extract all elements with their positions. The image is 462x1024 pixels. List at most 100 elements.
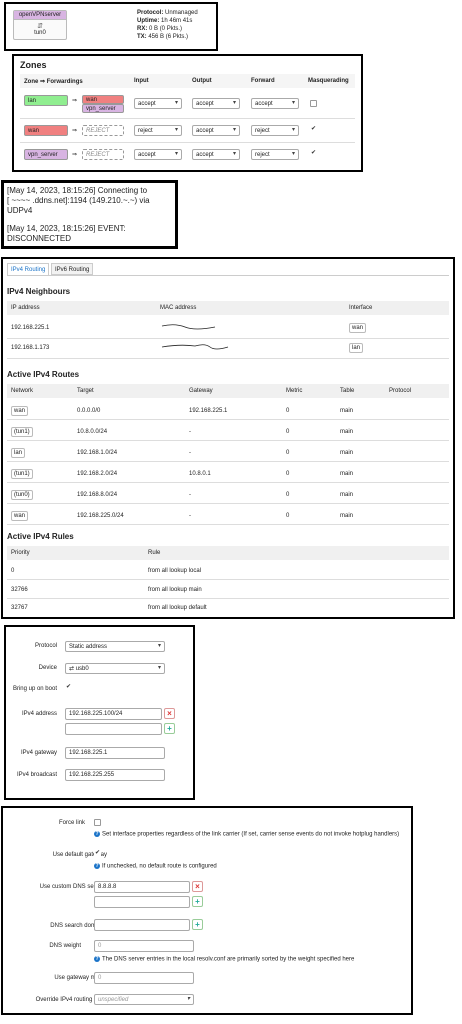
rx-row: RX: 0 B (0 Pkts.) (137, 25, 198, 33)
route-target: 192.168.8.0/24 (77, 492, 118, 498)
tab-ipv6-routing[interactable]: IPv6 Routing (51, 263, 94, 275)
route-network: wan (11, 511, 29, 521)
dns-weight-hint: ? The DNS server entries in the local res… (94, 956, 354, 963)
ipv4-address-input[interactable]: 192.168.225.100/24 (65, 708, 162, 720)
route-target: 10.8.0.0/24 (77, 429, 108, 435)
lan-forward-select[interactable]: accept (251, 98, 299, 109)
wan-input-select[interactable]: reject (134, 125, 182, 136)
iface-badge: lan (349, 343, 364, 353)
wan-forward-select[interactable]: reject (251, 125, 299, 136)
route-table: main (340, 471, 354, 477)
row-divider (7, 503, 449, 504)
route-gateway: 10.8.0.1 (189, 471, 211, 477)
device-select[interactable]: ⇄ usb0 (65, 663, 165, 674)
col-priority: Priority (11, 550, 30, 556)
col-target: Target (77, 388, 94, 394)
log-line: [ ~~~~ .ddns.net]:1194 (149.210.~.~) via (7, 196, 150, 205)
route-metric: 0 (286, 492, 290, 498)
lan-output-select[interactable]: accept (192, 98, 240, 109)
default-gateway-hint-text: If unchecked, no default route is config… (102, 863, 217, 870)
row-divider (20, 118, 355, 119)
boot-checkbox[interactable]: ✔ (65, 684, 72, 692)
default-gateway-checkbox[interactable]: ✔ (94, 850, 101, 858)
remove-dns-button[interactable]: × (192, 881, 203, 892)
dns-server-input[interactable]: 8.8.8.8 (94, 881, 190, 893)
lan-input-select[interactable]: accept (134, 98, 182, 109)
route-gateway: - (189, 429, 191, 435)
col-gateway: Gateway (189, 388, 213, 394)
forward-arrow: ⇒ (72, 98, 78, 104)
col-ip: IP address (11, 305, 40, 311)
col-table: Table (340, 388, 355, 394)
ipv4-address-new-input[interactable] (65, 723, 162, 735)
vpn-forward-select[interactable]: reject (251, 149, 299, 160)
row-divider (7, 419, 449, 420)
dns-weight-hint-text: The DNS server entries in the local reso… (102, 956, 355, 963)
zone-vpn-server[interactable]: vpn_server (24, 149, 68, 160)
route-target: 192.168.2.0/24 (77, 471, 118, 477)
route-table: main (340, 513, 354, 519)
lan-masquerading-checkbox[interactable] (310, 100, 317, 107)
route-table: main (340, 492, 354, 498)
ipv4-gateway-label: IPv4 gateway (20, 750, 57, 756)
force-link-hint-text: Set interface properties regardless of t… (102, 831, 400, 838)
route-table: main (340, 429, 354, 435)
route-target: 192.168.225.0/24 (77, 513, 124, 519)
row-divider (7, 338, 449, 339)
route-network: (tun1) (11, 469, 33, 479)
rules-title: Active IPv4 Rules (7, 532, 74, 541)
force-link-checkbox[interactable] (94, 819, 101, 826)
protocol-label: Protocol (34, 643, 57, 649)
forward-vpn-server[interactable]: vpn_server (82, 104, 124, 113)
vpn-output-select[interactable]: accept (192, 149, 240, 160)
add-address-button[interactable]: + (164, 723, 175, 734)
route-metric: 0 (286, 513, 290, 519)
dns-weight-input[interactable]: 0 (94, 940, 194, 952)
route-metric: 0 (286, 450, 290, 456)
row-divider (7, 358, 449, 359)
zone-wan[interactable]: wan (24, 125, 68, 136)
route-target: 0.0.0.0/0 (77, 408, 101, 414)
remove-address-button[interactable]: × (164, 708, 175, 719)
ipv4-broadcast-input[interactable]: 192.168.225.255 (65, 769, 165, 781)
route-network: (tun1) (11, 427, 33, 437)
uptime-value: 1h 46m 41s (161, 18, 193, 24)
gateway-metric-input[interactable]: 0 (94, 972, 194, 984)
device-value: usb0 (75, 666, 89, 672)
col-masquerading: Masquerading (308, 78, 349, 84)
forward-arrow: ⇒ (72, 152, 78, 158)
ipv4-gateway-input[interactable]: 192.168.225.1 (65, 747, 165, 759)
col-iface: Interface (349, 305, 373, 311)
add-search-domain-button[interactable]: + (192, 919, 203, 930)
ipv4-address-label: IPv4 address (21, 711, 57, 717)
route-gateway: - (189, 513, 191, 519)
info-icon: ? (94, 831, 100, 837)
row-divider (7, 482, 449, 483)
default-gateway-hint: ? If unchecked, no default route is confi… (94, 863, 217, 870)
redacted-mac (161, 324, 216, 330)
wan-masquerading-checkbox[interactable]: ✔ (310, 126, 317, 134)
info-icon: ? (94, 956, 100, 962)
interface-name-label: openVPNserver (14, 11, 66, 20)
device-label: Device (38, 665, 57, 671)
add-dns-button[interactable]: + (192, 896, 203, 907)
zone-lan[interactable]: lan (24, 95, 68, 106)
general-settings-panel: Protocol Static address Device ⇄ usb0 Br… (4, 625, 195, 800)
dns-server-new-input[interactable] (94, 896, 190, 908)
forward-wan[interactable]: wan (82, 95, 124, 104)
uptime-label: Uptime: (137, 18, 160, 24)
neighbours-title: IPv4 Neighbours (7, 287, 71, 296)
tx-label: TX: (137, 34, 147, 40)
dns-search-input[interactable] (94, 919, 190, 931)
wan-output-select[interactable]: accept (192, 125, 240, 136)
vpn-input-select[interactable]: accept (134, 149, 182, 160)
tab-ipv4-routing[interactable]: IPv4 Routing (7, 263, 50, 275)
row-divider (7, 524, 449, 525)
rule-text: from all lookup main (148, 587, 202, 593)
col-rule: Rule (148, 550, 161, 556)
protocol-select[interactable]: Static address (65, 641, 165, 652)
vpn-masquerading-checkbox[interactable]: ✔ (310, 150, 317, 158)
rules-header (7, 546, 449, 560)
routing-table-select[interactable]: unspecified (94, 994, 194, 1005)
row-divider (20, 142, 355, 143)
